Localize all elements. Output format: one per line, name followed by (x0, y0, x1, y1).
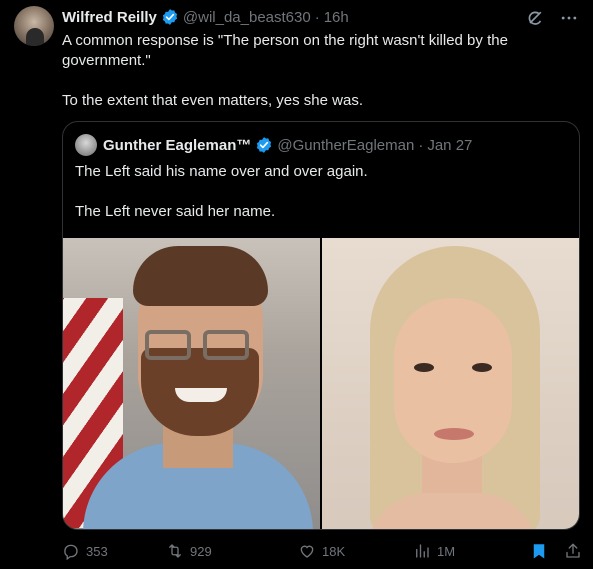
tweet-text-line: To the extent that even matters, yes she… (62, 92, 363, 109)
share-button[interactable] (564, 542, 582, 560)
verified-badge-icon (162, 9, 178, 25)
views-count: 1M (437, 543, 456, 559)
reply-icon (64, 544, 78, 560)
bookmark-button[interactable] (530, 542, 548, 560)
smile (175, 388, 227, 402)
author-avatar[interactable] (14, 6, 54, 46)
quote-media (63, 238, 579, 529)
views-icon (416, 544, 429, 558)
quote-author-handle[interactable]: @GuntherEagleman (277, 137, 414, 154)
quote-text-line: The Left said his name over and over aga… (75, 163, 368, 180)
tweet-text-line: A common response is "The person on the … (62, 32, 508, 49)
quote-author-avatar[interactable] (75, 134, 97, 156)
glasses-lens (203, 330, 249, 360)
eye (472, 363, 492, 372)
glasses-lens (145, 330, 191, 360)
reply-button[interactable]: 353 (62, 542, 108, 560)
heart-icon (300, 545, 314, 558)
quote-text-line: The Left never said her name. (75, 203, 276, 220)
action-bar: 353 929 18K 1M (62, 540, 582, 562)
tweet-text: A common response is "The person on the … (62, 31, 562, 111)
separator-dot: · (314, 8, 320, 26)
tweet-text-line: government." (62, 52, 151, 69)
lips (434, 428, 474, 440)
retweet-button[interactable]: 929 (166, 542, 212, 560)
quote-author-name[interactable]: Gunther Eagleman™ (103, 137, 251, 154)
views-button[interactable]: 1M (413, 542, 455, 560)
tweet-time[interactable]: 16h (324, 9, 349, 26)
share-icon (566, 543, 580, 558)
top-right-icons (525, 8, 579, 28)
verified-badge-icon (257, 137, 272, 153)
tweet-header: Wilfred Reilly @wil_da_beast630 · 16h (62, 6, 349, 28)
eye (414, 363, 434, 372)
grok-icon[interactable] (525, 8, 545, 28)
bookmark-icon (533, 544, 545, 559)
photo-woman[interactable] (322, 238, 579, 529)
reply-count: 353 (86, 543, 108, 559)
author-name[interactable]: Wilfred Reilly (62, 9, 157, 26)
hair (133, 246, 268, 306)
photo-man[interactable] (63, 238, 320, 529)
like-button[interactable]: 18K (298, 542, 345, 560)
quote-text: The Left said his name over and over aga… (75, 162, 368, 222)
author-handle[interactable]: @wil_da_beast630 (183, 9, 311, 26)
retweet-count: 929 (190, 543, 212, 559)
quote-header: Gunther Eagleman™ @GuntherEagleman · Jan… (75, 134, 472, 156)
more-icon[interactable] (559, 8, 579, 28)
separator-dot: · (418, 136, 424, 154)
retweet-icon (169, 544, 181, 558)
quoted-tweet[interactable]: Gunther Eagleman™ @GuntherEagleman · Jan… (62, 121, 580, 530)
like-count: 18K (322, 543, 346, 559)
quote-date[interactable]: Jan 27 (427, 137, 472, 154)
